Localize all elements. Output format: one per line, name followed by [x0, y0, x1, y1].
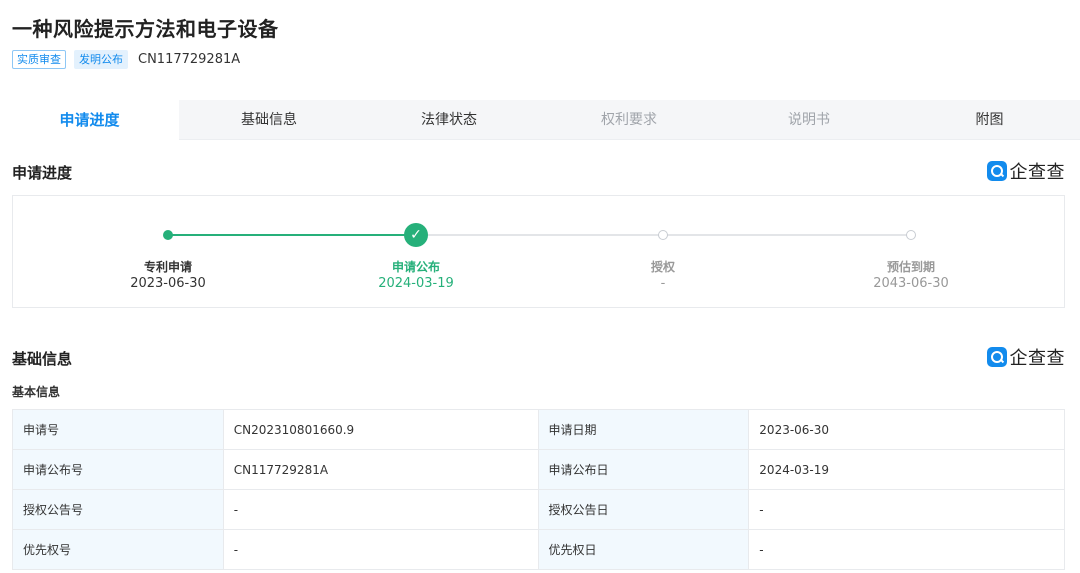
track-segment-done	[168, 234, 416, 236]
status-badge-publication: 发明公布	[74, 50, 128, 69]
field-value: -	[222, 489, 539, 530]
subsection-title: 基本信息	[12, 385, 61, 399]
tab-description[interactable]: 说明书	[719, 100, 899, 140]
publication-number: CN117729281A	[138, 52, 241, 67]
field-value: CN117729281A	[222, 449, 539, 490]
table-row: 优先权号 - 优先权日 -	[12, 529, 1065, 570]
brand-logo: 企查查	[986, 346, 1066, 369]
field-label: 优先权日	[537, 529, 750, 570]
field-label: 优先权号	[12, 529, 224, 570]
field-value: CN202310801660.9	[222, 409, 539, 450]
field-label: 申请号	[12, 409, 224, 450]
status-badge-examination: 实质审查	[12, 50, 66, 69]
field-label: 授权公告号	[12, 489, 224, 530]
tag-row: 实质审查 发明公布 CN117729281A	[12, 50, 240, 69]
field-value: 2024-03-19	[748, 449, 1065, 490]
step-date: 2023-06-30	[130, 276, 206, 291]
field-label: 申请日期	[537, 409, 750, 450]
qichacha-logo-icon	[986, 161, 1007, 181]
table-row: 授权公告号 - 授权公告日 -	[12, 489, 1065, 530]
step-node-grant	[658, 230, 668, 240]
tab-drawings[interactable]: 附图	[899, 100, 1080, 140]
step-label: 申请公布	[391, 260, 441, 274]
tab-legal-status[interactable]: 法律状态	[359, 100, 539, 140]
step-label: 专利申请	[143, 260, 193, 274]
step-date: -	[660, 276, 666, 291]
step-date: 2024-03-19	[378, 276, 454, 291]
field-label: 申请公布号	[12, 449, 224, 490]
tab-basic-info[interactable]: 基础信息	[179, 100, 359, 140]
tab-claims[interactable]: 权利要求	[539, 100, 719, 140]
field-value: -	[748, 489, 1065, 530]
field-value: 2023-06-30	[748, 409, 1065, 450]
section-title-progress: 申请进度	[12, 164, 73, 182]
field-label: 授权公告日	[537, 489, 750, 530]
patent-header: 一种风险提示方法和电子设备 实质审查 发明公布 CN117729281A	[0, 0, 1080, 88]
section-title-basic-info: 基础信息	[12, 350, 73, 368]
brand-name: 企查查	[1009, 162, 1065, 183]
page-title: 一种风险提示方法和电子设备	[12, 17, 279, 41]
tab-progress[interactable]: 申请进度	[0, 100, 179, 141]
step-node-expiry	[906, 230, 916, 240]
brand-logo: 企查查	[986, 160, 1066, 183]
field-label: 申请公布日	[537, 449, 750, 490]
progress-timeline: ✓ 专利申请 2023-06-30 申请公布 2024-03-19 授权 - 预…	[12, 195, 1065, 308]
table-row: 申请号 CN202310801660.9 申请日期 2023-06-30	[12, 409, 1065, 450]
tab-bar: 申请进度 基础信息 法律状态 权利要求 说明书 附图	[0, 100, 1080, 141]
field-value: -	[748, 529, 1065, 570]
qichacha-logo-icon	[986, 347, 1007, 367]
check-icon: ✓	[404, 223, 428, 247]
step-label: 授权	[650, 260, 676, 274]
step-date: 2043-06-30	[873, 276, 949, 291]
basic-info-table: 申请号 CN202310801660.9 申请日期 2023-06-30 申请公…	[12, 409, 1065, 570]
field-value: -	[222, 529, 539, 570]
step-node-filed	[163, 230, 173, 240]
brand-name: 企查查	[1009, 348, 1065, 369]
table-row: 申请公布号 CN117729281A 申请公布日 2024-03-19	[12, 449, 1065, 490]
step-label: 预估到期	[886, 260, 936, 274]
